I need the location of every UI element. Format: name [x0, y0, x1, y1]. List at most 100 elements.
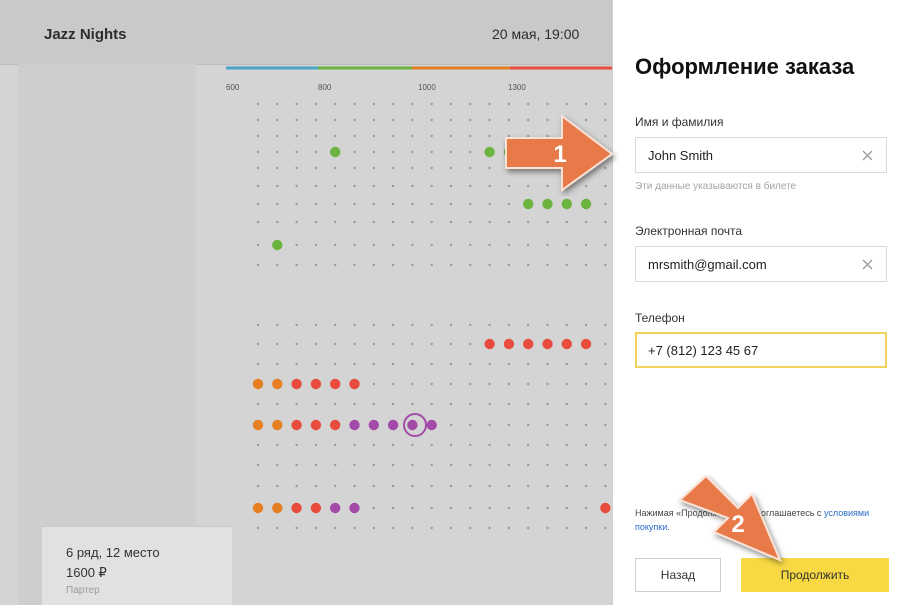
occupied-seat — [391, 202, 395, 206]
occupied-seat — [334, 243, 337, 247]
occupied-seat — [449, 263, 453, 267]
occupied-seat — [449, 202, 453, 206]
occupied-seat — [353, 243, 356, 247]
occupied-seat — [546, 402, 549, 406]
occupied-seat — [469, 202, 472, 206]
occupied-seat — [604, 202, 607, 206]
row-label: · — [244, 244, 246, 250]
occupied-seat — [430, 362, 433, 366]
occupied-seat — [372, 484, 375, 488]
occupied-seat — [314, 134, 318, 138]
occupied-seat — [372, 342, 375, 346]
occupied-seat — [527, 443, 530, 447]
occupied-seat — [256, 484, 260, 488]
occupied-seat — [546, 506, 549, 510]
occupied-seat — [314, 166, 318, 170]
available-seat — [291, 378, 302, 390]
close-icon[interactable] — [860, 148, 874, 162]
occupied-seat — [449, 423, 453, 427]
occupied-seat — [411, 402, 414, 406]
occupied-seat — [584, 382, 588, 386]
occupied-seat — [411, 382, 414, 386]
occupied-seat — [604, 362, 607, 366]
occupied-seat — [276, 323, 279, 327]
occupied-seat — [314, 484, 318, 488]
available-seat — [310, 419, 322, 431]
price-scale-label: 1300 — [508, 83, 526, 92]
occupied-seat — [449, 184, 453, 188]
name-field[interactable]: John Smith — [635, 137, 887, 173]
phone-field[interactable]: +7 (812) 123 45 67 — [635, 332, 887, 368]
occupied-seat — [469, 134, 472, 138]
occupied-seat — [314, 243, 318, 247]
occupied-seat — [565, 484, 568, 488]
occupied-seat — [391, 506, 395, 510]
occupied-seat — [353, 402, 356, 406]
occupied-seat — [314, 150, 318, 154]
occupied-seat — [256, 402, 260, 406]
close-icon[interactable] — [860, 257, 874, 271]
occupied-seat — [604, 423, 607, 427]
occupied-seat — [584, 102, 588, 106]
row-label: · — [244, 221, 246, 227]
occupied-seat — [411, 220, 414, 224]
occupied-seat — [391, 443, 395, 447]
occupied-seat — [276, 526, 279, 530]
occupied-seat — [430, 202, 433, 206]
occupied-seat — [604, 102, 607, 106]
occupied-seat — [488, 184, 491, 188]
email-field[interactable]: mrsmith@gmail.com — [635, 246, 887, 282]
occupied-seat — [353, 463, 356, 467]
available-seat — [310, 378, 322, 390]
occupied-seat — [276, 184, 279, 188]
occupied-seat — [584, 423, 588, 427]
available-seat — [330, 378, 341, 390]
occupied-seat — [527, 423, 530, 427]
occupied-seat — [256, 263, 260, 267]
occupied-seat — [372, 526, 375, 530]
callout-number-1: 1 — [553, 141, 566, 168]
available-seat — [523, 338, 534, 350]
phone-label: Телефон — [635, 311, 685, 325]
available-seat — [349, 378, 360, 390]
occupied-seat — [546, 463, 549, 467]
occupied-seat — [256, 463, 260, 467]
form-title: Оформление заказа — [635, 54, 855, 79]
row-label: · — [244, 507, 246, 513]
occupied-seat — [391, 323, 395, 327]
available-seat — [542, 198, 553, 210]
occupied-seat — [584, 323, 588, 327]
row-label: · — [244, 151, 246, 157]
name-hint: Эти данные указываются в билете — [635, 181, 797, 192]
occupied-seat — [565, 506, 568, 510]
occupied-seat — [334, 484, 337, 488]
occupied-seat — [604, 323, 607, 327]
occupied-seat — [411, 134, 414, 138]
available-seat — [330, 419, 341, 431]
occupied-seat — [295, 443, 298, 447]
occupied-seat — [353, 184, 356, 188]
occupied-seat — [488, 506, 491, 510]
occupied-seat — [565, 220, 568, 224]
occupied-seat — [276, 202, 279, 206]
occupied-seat — [372, 150, 375, 154]
available-seat — [291, 419, 302, 431]
occupied-seat — [314, 402, 318, 406]
row-label: · — [244, 185, 246, 191]
occupied-seat — [488, 362, 491, 366]
occupied-seat — [276, 362, 279, 366]
occupied-seat — [314, 323, 318, 327]
occupied-seat — [411, 243, 414, 247]
price-scale-label: 800 — [318, 83, 332, 92]
occupied-seat — [430, 134, 433, 138]
occupied-seat — [314, 362, 318, 366]
occupied-seat — [372, 118, 375, 122]
occupied-seat — [295, 118, 298, 122]
occupied-seat — [604, 263, 607, 267]
occupied-seat — [488, 134, 491, 138]
occupied-seat — [276, 166, 279, 170]
occupied-seat — [449, 150, 453, 154]
occupied-seat — [449, 342, 453, 346]
occupied-seat — [372, 102, 375, 106]
occupied-seat — [507, 263, 511, 267]
